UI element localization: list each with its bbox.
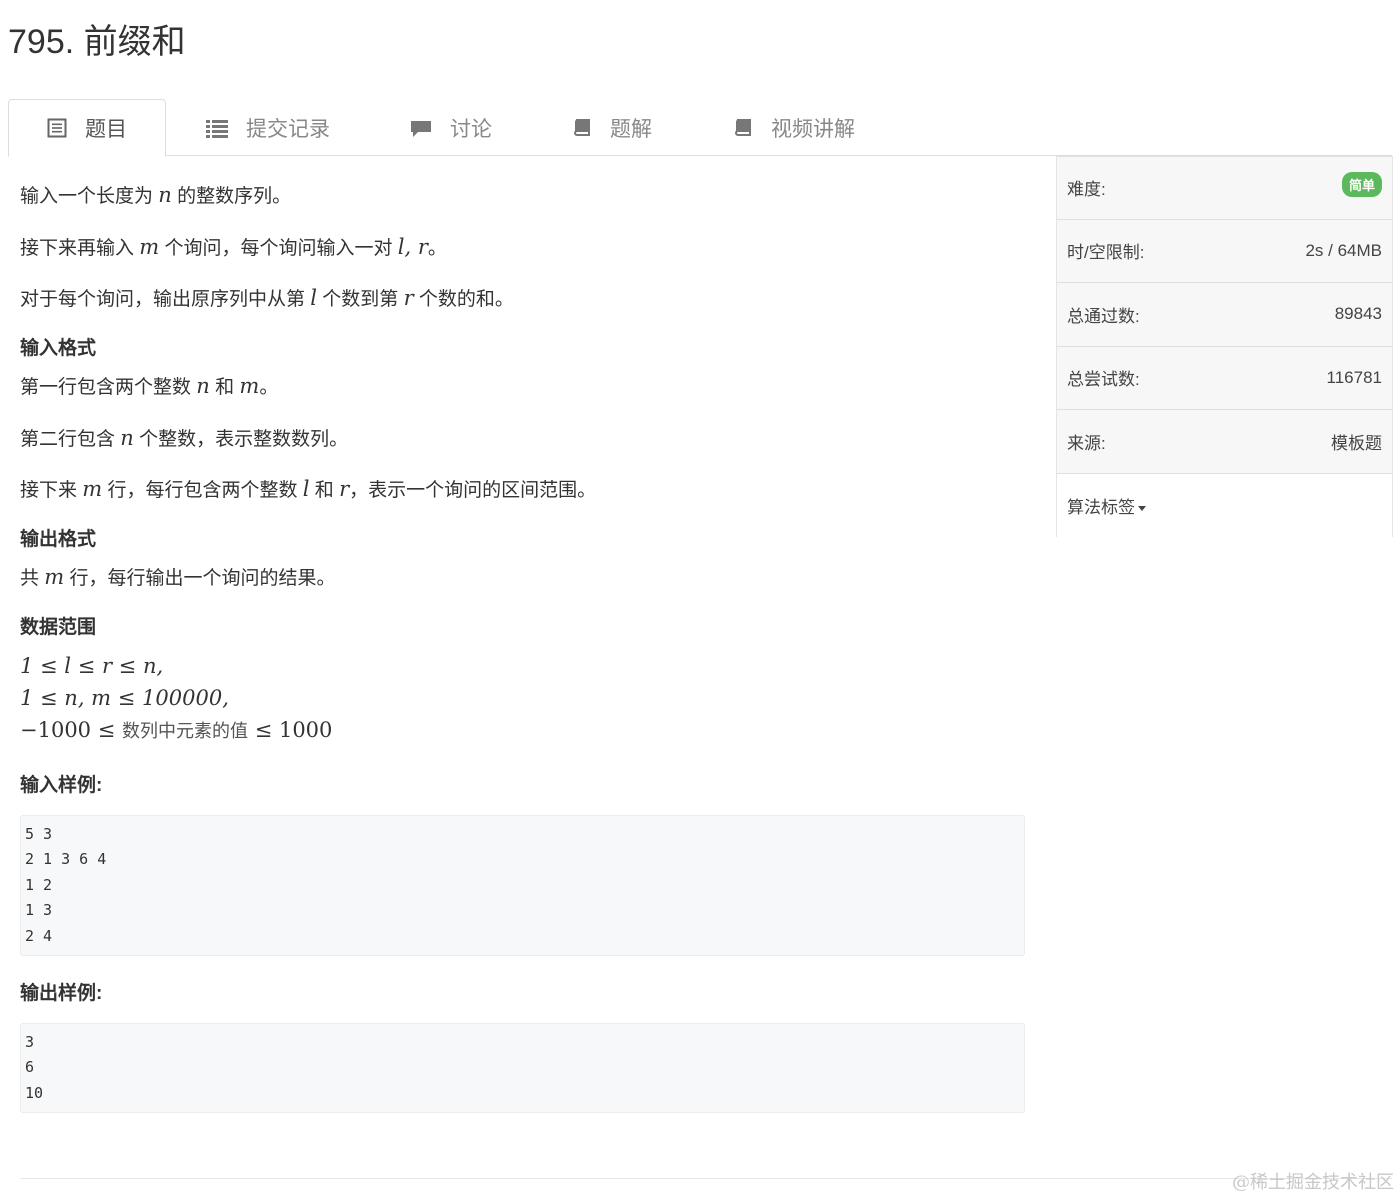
text: 共	[20, 568, 40, 589]
tab-discussion[interactable]: 讨论	[410, 99, 492, 156]
source-row: 来源: 模板题	[1057, 410, 1392, 474]
limit-label: 时/空限制:	[1067, 243, 1145, 263]
passed-row: 总通过数: 89843	[1057, 283, 1392, 347]
limit-row: 时/空限制: 2s / 64MB	[1057, 219, 1392, 283]
attempts-value: 116781	[1326, 367, 1382, 387]
output-format-line: 共 m 行，每行输出一个询问的结果。	[20, 562, 1025, 594]
text: 输入一个长度为	[20, 186, 154, 207]
tags-label: 算法标签	[1067, 497, 1135, 517]
problem-tabs: 题目 提交记录 讨论 题解 视频讲解	[8, 99, 1392, 157]
math-var: r	[403, 286, 414, 310]
source-value: 模板题	[1331, 433, 1382, 453]
range-line: −1000 ≤ 数列中元素的值 ≤ 1000	[20, 714, 1025, 748]
text: 第二行包含	[20, 428, 116, 450]
math-var: l	[302, 477, 310, 501]
passed-label: 总通过数:	[1067, 306, 1140, 326]
description-line: 输入一个长度为 n 的整数序列。	[20, 180, 1025, 212]
text: 行，每行输出一个询问的结果。	[69, 568, 336, 589]
caret-down-icon	[1138, 505, 1146, 511]
problem-content: 输入一个长度为 n 的整数序列。 接下来再输入 m 个询问，每个询问输入一对 l…	[20, 180, 1025, 1137]
tab-label: 题目	[85, 118, 127, 141]
text: 和	[215, 377, 235, 398]
tab-label: 视频讲解	[771, 117, 855, 141]
math-var: n	[196, 374, 210, 398]
text: ，表示一个询问的区间范围。	[349, 480, 597, 501]
footer-divider	[20, 1178, 1392, 1179]
output-format-heading: 输出格式	[20, 528, 97, 550]
tab-label: 题解	[610, 117, 652, 141]
description-line: 对于每个询问，输出原序列中从第 l 个数到第 r 个数的和。	[20, 283, 1025, 315]
math-var: l, r	[397, 234, 428, 259]
text: 个数的和。	[418, 289, 514, 310]
tab-solutions[interactable]: 题解	[572, 99, 652, 156]
math-text: ≤ 1000	[254, 718, 333, 742]
source-label: 来源:	[1067, 433, 1106, 453]
sample-input-block[interactable]: 5 3 2 1 3 6 4 1 2 1 3 2 4	[20, 814, 1025, 956]
math-var: l	[310, 286, 318, 310]
tab-video[interactable]: 视频讲解	[733, 99, 855, 156]
list-icon	[206, 119, 228, 138]
difficulty-row: 难度: 简单	[1057, 156, 1392, 220]
document-icon	[47, 118, 67, 138]
sample-output-block[interactable]: 3 6 10	[20, 1022, 1025, 1113]
data-range: 1 ≤ l ≤ r ≤ n, 1 ≤ n, m ≤ 100000, −1000 …	[20, 650, 1025, 748]
math-var: n	[120, 425, 134, 450]
text: 接下来再输入	[20, 237, 135, 259]
math-var: m	[44, 565, 65, 589]
math-var: m	[82, 477, 103, 501]
text: 个数到第	[322, 289, 399, 310]
data-range-heading: 数据范围	[20, 616, 97, 638]
text: 。	[259, 377, 279, 398]
watermark: @稀土掘金技术社区	[1232, 1172, 1394, 1193]
problem-info-sidebar: 难度: 简单 时/空限制: 2s / 64MB 总通过数: 89843 总尝试数…	[1056, 156, 1393, 537]
passed-value: 89843	[1334, 304, 1382, 324]
book-icon	[574, 118, 590, 136]
limit-value: 2s / 64MB	[1305, 240, 1382, 260]
text: 。	[427, 237, 447, 259]
input-format-line: 第二行包含 n 个整数，表示整数数列。	[20, 423, 1025, 455]
sample-input-heading: 输入样例:	[20, 775, 103, 796]
text: 和	[314, 480, 334, 501]
attempts-label: 总尝试数:	[1067, 370, 1140, 390]
text: 对于每个询问，输出原序列中从第	[20, 289, 306, 310]
algorithm-tags-toggle[interactable]: 算法标签	[1067, 493, 1146, 518]
page-title: 795. 前缀和	[8, 23, 186, 61]
tab-submissions[interactable]: 提交记录	[206, 99, 330, 156]
math-text: −1000 ≤	[20, 718, 116, 742]
tab-label: 讨论	[450, 117, 492, 141]
text: 行，每行包含两个整数	[107, 480, 298, 501]
math-var: n	[158, 183, 172, 207]
book-icon	[735, 118, 751, 136]
description-line: 接下来再输入 m 个询问，每个询问输入一对 l, r。	[20, 232, 1025, 264]
difficulty-badge: 简单	[1341, 172, 1382, 198]
input-format-line: 接下来 m 行，每行包含两个整数 l 和 r，表示一个询问的区间范围。	[20, 474, 1025, 506]
attempts-row: 总尝试数: 116781	[1057, 346, 1392, 410]
comment-icon	[411, 120, 431, 137]
math-var: r	[339, 477, 350, 501]
input-format-line: 第一行包含两个整数 n 和 m。	[20, 371, 1025, 403]
range-line: 1 ≤ l ≤ r ≤ n,	[20, 654, 164, 678]
difficulty-label: 难度:	[1067, 180, 1106, 200]
text: 的整数序列。	[177, 186, 292, 207]
math-text: 数列中元素的值	[122, 721, 248, 742]
range-line: 1 ≤ n, m ≤ 100000,	[20, 686, 229, 710]
text: 接下来	[20, 480, 78, 501]
sample-output-heading: 输出样例:	[20, 983, 103, 1004]
text: 个整数，表示整数数列。	[139, 428, 349, 450]
tab-problem[interactable]: 题目	[8, 99, 166, 157]
math-var: m	[239, 374, 260, 398]
tags-row: 算法标签	[1057, 473, 1392, 537]
tab-label: 提交记录	[246, 117, 330, 141]
math-var: m	[139, 234, 160, 259]
input-format-heading: 输入格式	[20, 337, 97, 359]
text: 第一行包含两个整数	[20, 377, 192, 398]
text: 个询问，每个询问输入一对	[164, 237, 393, 259]
